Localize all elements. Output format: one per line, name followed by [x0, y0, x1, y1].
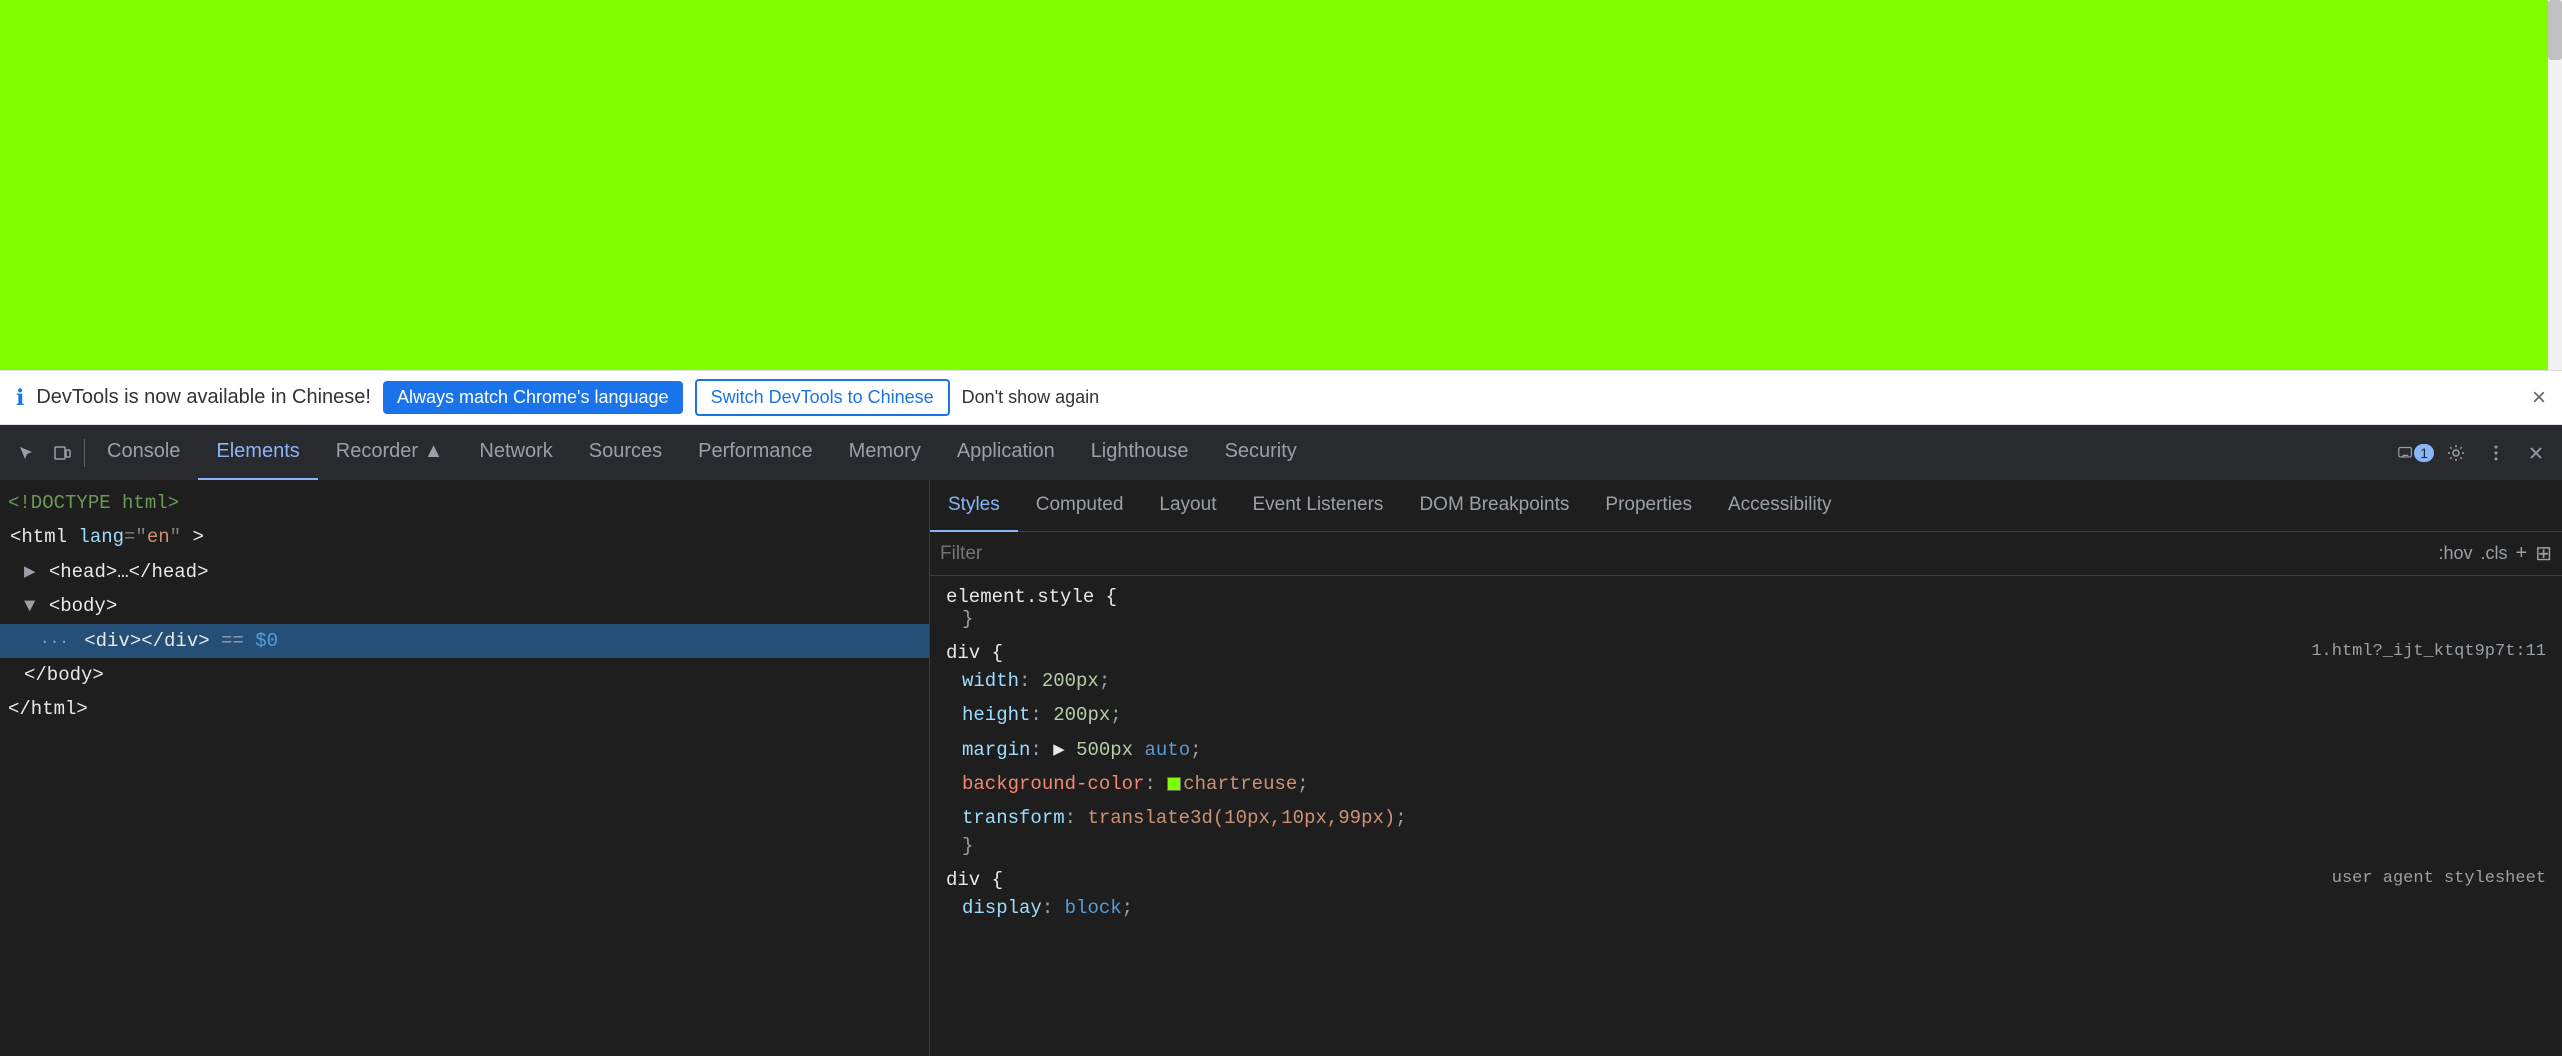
devtools-main-content: <!DOCTYPE html> <html lang="en" > ▶ <hea… [0, 480, 2562, 1056]
styles-filter-input[interactable] [940, 543, 2439, 565]
dom-line-doctype: <!DOCTYPE html> [0, 486, 929, 520]
useragent-div-selector: div { [946, 869, 1003, 891]
color-swatch-chartreuse[interactable] [1167, 777, 1181, 791]
dom-line-html[interactable]: <html lang="en" > [0, 520, 929, 554]
always-match-language-button[interactable]: Always match Chrome's language [383, 381, 683, 414]
filter-controls: :hov .cls + ⊞ [2439, 541, 2552, 566]
style-block-element: element.style { } [930, 584, 2562, 640]
div-selector: div { [946, 642, 1003, 664]
tab-performance[interactable]: Performance [680, 425, 831, 480]
chat-badge: 1 [2414, 444, 2434, 462]
styles-filter-bar: :hov .cls + ⊞ [930, 532, 2562, 576]
settings-icon[interactable] [2438, 435, 2474, 471]
tab-lighthouse[interactable]: Lighthouse [1073, 425, 1207, 480]
style-margin: margin: ▶ 500px auto; [946, 733, 2546, 767]
tab-separator [84, 439, 85, 467]
device-toggle-icon[interactable] [44, 435, 80, 471]
devtools-right-controls: 1 [2398, 435, 2554, 471]
style-background-color: background-color: chartreuse; [946, 767, 2546, 801]
styles-content: element.style { } div { 1.html?_ijt_ktqt… [930, 576, 2562, 1056]
notification-text: DevTools is now available in Chinese! [36, 386, 371, 409]
more-options-icon[interactable] [2478, 435, 2514, 471]
dom-tree-panel: <!DOCTYPE html> <html lang="en" > ▶ <hea… [0, 480, 930, 1056]
hov-filter-label[interactable]: :hov [2439, 543, 2473, 564]
tab-security[interactable]: Security [1207, 425, 1315, 480]
toggle-sidebar-button[interactable]: ⊞ [2535, 541, 2552, 566]
dom-line-div-selected[interactable]: ··· <div></div> == $0 [0, 624, 929, 658]
scrollbar-track[interactable] [2548, 0, 2562, 370]
tab-application[interactable]: Application [939, 425, 1073, 480]
notification-bar: ℹ DevTools is now available in Chinese! … [0, 370, 2562, 425]
style-width: width: 200px; [946, 664, 2546, 698]
style-block-div: div { 1.html?_ijt_ktqt9p7t:11 width: 200… [930, 640, 2562, 867]
div-source-link[interactable]: 1.html?_ijt_ktqt9p7t:11 [2311, 642, 2546, 661]
inspect-element-icon[interactable] [8, 435, 44, 471]
style-block-useragent: div { user agent stylesheet display: blo… [930, 867, 2562, 927]
element-style-close: } [946, 608, 2546, 638]
dom-line-head[interactable]: ▶ <head>…</head> [0, 555, 929, 589]
browser-viewport [0, 0, 2562, 370]
tab-styles[interactable]: Styles [930, 480, 1018, 532]
div-block-close: } [946, 835, 2546, 865]
tab-accessibility[interactable]: Accessibility [1710, 480, 1849, 532]
scrollbar-thumb[interactable] [2548, 0, 2562, 60]
style-transform: transform: translate3d(10px,10px,99px); [946, 801, 2546, 835]
dom-line-body-close: </body> [0, 658, 929, 692]
tab-recorder[interactable]: Recorder ▲ [318, 425, 462, 480]
add-style-rule-button[interactable]: + [2516, 542, 2528, 565]
cls-filter-label[interactable]: .cls [2481, 543, 2508, 564]
tab-sources[interactable]: Sources [571, 425, 680, 480]
style-display: display: block; [946, 891, 2546, 925]
element-style-selector: element.style { [946, 586, 1117, 608]
chat-icon[interactable]: 1 [2398, 435, 2434, 471]
tab-memory[interactable]: Memory [831, 425, 939, 480]
useragent-source-link: user agent stylesheet [2332, 869, 2546, 888]
dont-show-again-button[interactable]: Don't show again [962, 387, 1100, 408]
tab-properties[interactable]: Properties [1587, 480, 1710, 532]
style-height: height: 200px; [946, 698, 2546, 732]
switch-devtools-language-button[interactable]: Switch DevTools to Chinese [695, 379, 950, 416]
close-devtools-icon[interactable] [2518, 435, 2554, 471]
styles-panel: Styles Computed Layout Event Listeners D… [930, 480, 2562, 1056]
devtools-tabs-bar: Console Elements Recorder ▲ Network Sour… [0, 425, 2562, 480]
tab-layout[interactable]: Layout [1141, 480, 1234, 532]
tab-dom-breakpoints[interactable]: DOM Breakpoints [1401, 480, 1587, 532]
tab-network[interactable]: Network [461, 425, 570, 480]
tab-console[interactable]: Console [89, 425, 198, 480]
info-icon: ℹ [16, 385, 24, 411]
dom-line-html-close: </html> [0, 692, 929, 726]
dom-line-body[interactable]: ▼ <body> [0, 589, 929, 623]
tab-event-listeners[interactable]: Event Listeners [1234, 480, 1401, 532]
styles-tabs: Styles Computed Layout Event Listeners D… [930, 480, 2562, 532]
notification-close-button[interactable]: × [2532, 384, 2546, 412]
tab-elements[interactable]: Elements [198, 425, 317, 480]
tab-computed[interactable]: Computed [1018, 480, 1142, 532]
